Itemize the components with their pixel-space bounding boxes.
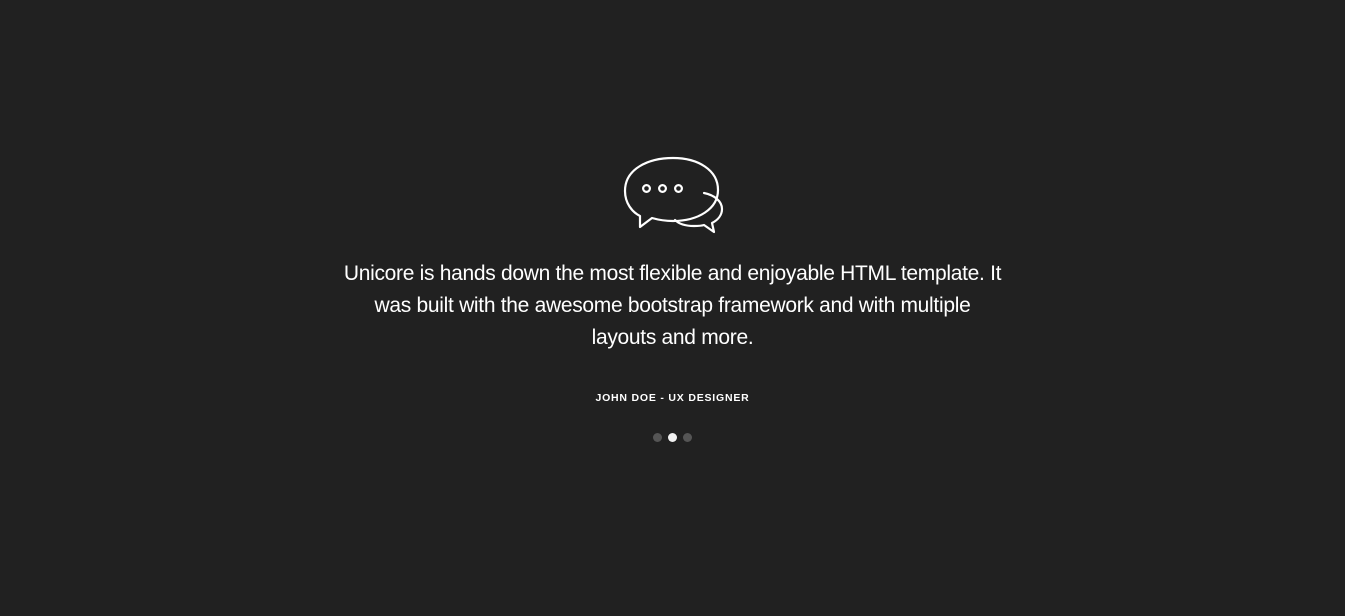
testimonial-section: Unicore is hands down the most flexible … <box>0 0 1345 616</box>
carousel-dot-2[interactable] <box>668 433 677 442</box>
testimonial-author: JOHN DOE - UX DESIGNER <box>595 392 750 404</box>
speech-bubbles-icon <box>622 155 724 235</box>
testimonial-quote: Unicore is hands down the most flexible … <box>343 262 1002 349</box>
carousel-dot-1[interactable] <box>653 433 662 442</box>
carousel-dot-3[interactable] <box>683 433 692 442</box>
carousel-pagination <box>0 433 1345 442</box>
